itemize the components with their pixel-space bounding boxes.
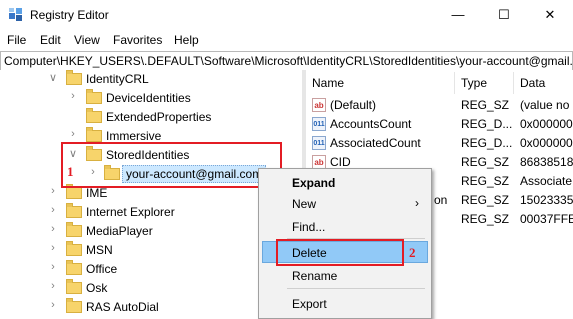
tree-node-extendedproperties[interactable]: ExtendedProperties: [68, 108, 298, 127]
value-data: Associate: [520, 174, 573, 188]
annotation-box-key: [61, 142, 282, 188]
column-header-data[interactable]: Data: [520, 76, 545, 90]
value-data: 00037FFE: [520, 212, 573, 226]
value-name: on: [434, 193, 448, 207]
table-row[interactable]: ab (Default) REG_SZ (value no: [306, 96, 573, 115]
registry-editor-icon: [9, 8, 22, 21]
value-name: AssociatedCount: [330, 136, 421, 150]
address-bar[interactable]: Computer\HKEY_USERS\.DEFAULT\Software\Mi…: [0, 51, 573, 71]
dword-value-icon: 011: [312, 136, 326, 150]
tree-node-label: DeviceIdentities: [106, 91, 191, 105]
menu-help[interactable]: Help: [174, 33, 199, 47]
value-data: (value no: [520, 98, 570, 112]
value-data: 86838518: [520, 155, 573, 169]
tree-node-label: Immersive: [106, 129, 162, 143]
folder-icon: [66, 260, 82, 275]
string-value-icon: ab: [312, 155, 326, 169]
folder-icon: [86, 89, 102, 104]
menu-item-rename[interactable]: Rename: [292, 269, 337, 283]
expand-arrow-icon[interactable]: ›: [48, 299, 58, 311]
value-type: REG_SZ: [461, 155, 510, 169]
tree-node-label: IdentityCRL: [86, 72, 149, 86]
expand-arrow-icon[interactable]: ›: [48, 223, 58, 235]
tree-node-label: ExtendedProperties: [106, 110, 212, 124]
annotation-box-delete: [276, 239, 404, 266]
submenu-arrow-icon: ›: [415, 196, 419, 210]
menu-file[interactable]: File: [7, 33, 26, 47]
column-header-type[interactable]: Type: [461, 76, 487, 90]
value-type: REG_SZ: [461, 193, 510, 207]
minimize-button[interactable]: —: [435, 0, 481, 30]
value-type: REG_SZ: [461, 212, 510, 226]
folder-icon: [66, 203, 82, 218]
folder-icon: [66, 184, 82, 199]
expand-arrow-icon[interactable]: ›: [48, 242, 58, 254]
value-data: 15023335: [520, 193, 573, 207]
collapse-arrow-icon[interactable]: ∨: [48, 71, 58, 84]
menu-item-export[interactable]: Export: [292, 297, 327, 311]
value-type: REG_D...: [461, 117, 513, 131]
folder-icon: [66, 279, 82, 294]
value-name: CID: [330, 155, 351, 169]
table-row[interactable]: 011 AccountsCount REG_D... 0x000000: [306, 115, 573, 134]
expand-arrow-icon[interactable]: ›: [68, 128, 78, 140]
value-type: REG_SZ: [461, 98, 510, 112]
dword-value-icon: 011: [312, 117, 326, 131]
value-name: AccountsCount: [330, 117, 412, 131]
key-tree-pane[interactable]: ∨ IdentityCRL › DeviceIdentities Extende…: [0, 70, 302, 319]
tree-node-label: MSN: [86, 243, 113, 257]
tree-node-label: RAS AutoDial: [86, 300, 159, 314]
column-header-name[interactable]: Name: [312, 76, 344, 90]
folder-icon: [66, 70, 82, 85]
folder-icon: [86, 108, 102, 123]
expand-arrow-icon[interactable]: ›: [48, 280, 58, 292]
expand-arrow-icon[interactable]: ›: [48, 261, 58, 273]
window-title: Registry Editor: [30, 8, 109, 22]
menu-favorites[interactable]: Favorites: [113, 33, 162, 47]
expand-arrow-icon[interactable]: ›: [68, 90, 78, 102]
value-data: 0x000000: [520, 136, 573, 150]
tree-node-label: Osk: [86, 281, 108, 295]
value-type: REG_SZ: [461, 174, 510, 188]
menu-item-new[interactable]: New: [292, 197, 316, 211]
menu-separator: [287, 288, 425, 289]
folder-icon: [66, 298, 82, 313]
tree-node-label: MediaPlayer: [86, 224, 153, 238]
value-type: REG_D...: [461, 136, 513, 150]
tree-node-deviceidentities[interactable]: › DeviceIdentities: [68, 89, 298, 108]
string-value-icon: ab: [312, 98, 326, 112]
folder-icon: [66, 241, 82, 256]
menu-edit[interactable]: Edit: [40, 33, 61, 47]
expand-arrow-icon[interactable]: ›: [48, 185, 58, 197]
tree-node-identitycrl[interactable]: ∨ IdentityCRL: [48, 70, 298, 89]
menu-item-find[interactable]: Find...: [292, 220, 325, 234]
column-divider[interactable]: [454, 72, 455, 94]
step-marker-1: 1: [67, 164, 74, 179]
tree-node-label: Internet Explorer: [86, 205, 175, 219]
value-data: 0x000000: [520, 117, 573, 131]
close-button[interactable]: ✕: [527, 0, 573, 30]
menu-bar: File Edit View Favorites Help: [0, 30, 573, 50]
menu-item-expand[interactable]: Expand: [292, 176, 335, 190]
folder-icon: [86, 127, 102, 142]
table-row[interactable]: 011 AssociatedCount REG_D... 0x000000: [306, 134, 573, 153]
value-name: (Default): [330, 98, 377, 112]
expand-arrow-icon[interactable]: ›: [48, 204, 58, 216]
step-marker-2: 2: [409, 245, 416, 260]
menu-view[interactable]: View: [74, 33, 100, 47]
tree-node-label: Office: [86, 262, 118, 276]
address-path: Computer\HKEY_USERS\.DEFAULT\Software\Mi…: [4, 54, 573, 68]
column-divider[interactable]: [513, 72, 514, 94]
maximize-button[interactable]: ☐: [481, 0, 527, 30]
folder-icon: [66, 222, 82, 237]
title-bar: Registry Editor — ☐ ✕: [0, 0, 573, 30]
tree-node-label: IME: [86, 186, 108, 200]
